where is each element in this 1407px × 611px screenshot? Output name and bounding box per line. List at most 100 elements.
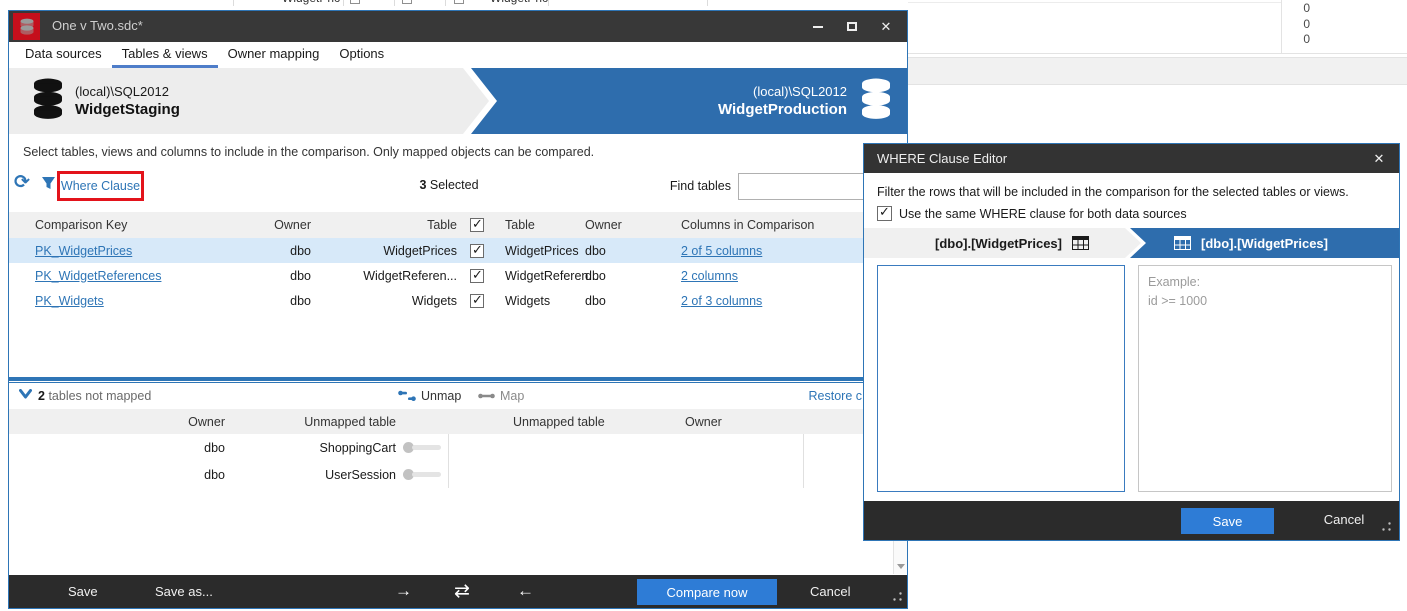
map-drag-handle[interactable] bbox=[403, 442, 441, 453]
save-button[interactable]: Save bbox=[68, 584, 98, 599]
owner-cell: dbo bbox=[585, 244, 681, 258]
target-database: WidgetProduction bbox=[718, 101, 847, 118]
window-footer: Save Save as... → ⇄ ← Compare now Cancel bbox=[9, 575, 907, 608]
unmapped-row[interactable]: dbo ShoppingCart bbox=[9, 434, 893, 461]
placeholder-line: Example: bbox=[1148, 273, 1382, 292]
table-row[interactable]: PK_WidgetPrices dbo WidgetPrices ✓ Widge… bbox=[9, 238, 893, 263]
screen: WidgetPric WidgetPric 0 0 0 One v Two.sd… bbox=[0, 0, 1407, 611]
column-header-columns: Columns in Comparison bbox=[681, 218, 893, 232]
background-gridline bbox=[908, 2, 1282, 3]
column-header-unmapped-table: Unmapped table bbox=[456, 415, 680, 429]
scroll-down-icon[interactable] bbox=[894, 559, 907, 574]
comparison-key-link[interactable]: PK_WidgetPrices bbox=[35, 244, 132, 258]
close-button[interactable]: ✕ bbox=[869, 11, 903, 42]
dialog-save-button[interactable]: Save bbox=[1181, 508, 1274, 534]
tab-options[interactable]: Options bbox=[329, 42, 394, 68]
owner-cell: dbo bbox=[9, 468, 225, 482]
owner-cell: dbo bbox=[585, 269, 681, 283]
where-clause-editor-dialog: WHERE Clause Editor ✕ Filter the rows th… bbox=[863, 143, 1400, 541]
source-header: (local)\SQL2012 WidgetStaging bbox=[9, 68, 489, 134]
tab-data-sources[interactable]: Data sources bbox=[15, 42, 112, 68]
target-server: (local)\SQL2012 bbox=[718, 84, 847, 99]
tab-tables-and-views[interactable]: Tables & views bbox=[112, 42, 218, 68]
restore-link[interactable]: Restore c bbox=[709, 389, 862, 403]
main-window: One v Two.sdc* ✕ Data sources Tables & v… bbox=[8, 10, 908, 609]
columns-in-comparison-link[interactable]: 2 of 5 columns bbox=[681, 244, 762, 258]
table-row[interactable]: PK_Widgets dbo Widgets ✓ Widgets dbo 2 o… bbox=[9, 288, 893, 313]
target-header: (local)\SQL2012 WidgetProduction bbox=[471, 68, 907, 134]
compare-now-button[interactable]: Compare now bbox=[637, 579, 777, 605]
background-value: 0 bbox=[1240, 1, 1310, 15]
table-grid-icon bbox=[1072, 236, 1089, 250]
grid-divider bbox=[803, 434, 804, 488]
table-row[interactable]: PK_WidgetReferences dbo WidgetReferen...… bbox=[9, 263, 893, 288]
column-header-owner-left: Owner bbox=[249, 218, 311, 232]
map-icon bbox=[478, 392, 495, 400]
tab-owner-mapping[interactable]: Owner mapping bbox=[218, 42, 330, 68]
maximize-button[interactable] bbox=[835, 11, 869, 42]
window-title: One v Two.sdc* bbox=[52, 18, 143, 33]
target-table-name: [dbo].[WidgetPrices] bbox=[1201, 236, 1328, 251]
same-where-clause-label: Use the same WHERE clause for both data … bbox=[899, 207, 1187, 221]
owner-cell: dbo bbox=[249, 294, 311, 308]
unmapped-row[interactable]: dbo UserSession bbox=[9, 461, 893, 488]
same-where-clause-checkbox[interactable]: ✓ bbox=[877, 206, 892, 221]
map-drag-handle[interactable] bbox=[403, 469, 441, 480]
refresh-icon[interactable]: ⟳ bbox=[14, 171, 30, 194]
comparison-key-link[interactable]: PK_Widgets bbox=[35, 294, 104, 308]
unmap-button[interactable]: Unmap bbox=[398, 389, 461, 403]
background-glyph-fragment bbox=[454, 0, 464, 4]
comparison-key-link[interactable]: PK_WidgetReferences bbox=[35, 269, 161, 283]
columns-in-comparison-link[interactable]: 2 columns bbox=[681, 269, 738, 283]
unmap-icon bbox=[398, 390, 416, 402]
tab-bar: Data sources Tables & views Owner mappin… bbox=[9, 42, 907, 68]
row-checkbox[interactable]: ✓ bbox=[470, 294, 484, 308]
where-clause-link[interactable]: Where Clause bbox=[61, 179, 140, 193]
resize-grip-icon[interactable] bbox=[1382, 519, 1391, 534]
window-titlebar[interactable]: One v Two.sdc* ✕ bbox=[9, 11, 907, 42]
resize-grip-icon[interactable] bbox=[893, 589, 902, 604]
dialog-table-headers: [dbo].[WidgetPrices] [dbo].[WidgetPrices… bbox=[864, 228, 1399, 258]
cancel-button[interactable]: Cancel bbox=[810, 584, 850, 599]
row-checkbox[interactable]: ✓ bbox=[470, 244, 484, 258]
background-column-divider bbox=[1281, 0, 1282, 53]
dialog-source-table-header: [dbo].[WidgetPrices] bbox=[864, 228, 1141, 258]
dialog-close-button[interactable]: ✕ bbox=[1359, 144, 1399, 173]
owner-cell: dbo bbox=[249, 269, 311, 283]
dialog-cancel-button[interactable]: Cancel bbox=[1304, 512, 1384, 527]
collapse-chevron-icon[interactable] bbox=[19, 389, 32, 403]
columns-in-comparison-link[interactable]: 2 of 3 columns bbox=[681, 294, 762, 308]
unmapped-section-header: 2 tables not mapped Unmap Map Restore c bbox=[9, 383, 907, 409]
map-button[interactable]: Map bbox=[478, 389, 524, 403]
datasource-header: (local)\SQL2012 WidgetStaging (local)\SQ… bbox=[9, 68, 907, 134]
table-cell: WidgetReferen... bbox=[497, 269, 585, 283]
database-icon bbox=[859, 78, 893, 125]
where-clause-input-right[interactable]: Example: id >= 1000 bbox=[1138, 265, 1392, 492]
source-database: WidgetStaging bbox=[75, 101, 180, 118]
background-value: 0 bbox=[1240, 32, 1310, 46]
unmapped-grid-header: Owner Unmapped table Unmapped table Owne… bbox=[9, 409, 893, 434]
unmapped-table-cell: UserSession bbox=[225, 468, 396, 482]
same-where-clause-option[interactable]: ✓ Use the same WHERE clause for both dat… bbox=[877, 206, 1187, 221]
placeholder-line: id >= 1000 bbox=[1148, 292, 1382, 311]
column-header-table-left: Table bbox=[311, 218, 457, 232]
save-as-button[interactable]: Save as... bbox=[155, 584, 213, 599]
select-all-checkbox[interactable]: ✓ bbox=[470, 218, 484, 232]
background-glyph-fragment bbox=[350, 0, 360, 4]
dialog-target-table-header: [dbo].[WidgetPrices] bbox=[1130, 228, 1399, 258]
where-clause-input-left[interactable] bbox=[877, 265, 1125, 492]
owner-cell: dbo bbox=[9, 441, 225, 455]
sync-left-arrow-icon[interactable]: ← bbox=[517, 581, 534, 601]
source-server: (local)\SQL2012 bbox=[75, 84, 180, 99]
unmapped-table-cell: ShoppingCart bbox=[225, 441, 396, 455]
background-value: 0 bbox=[1240, 17, 1310, 31]
row-checkbox[interactable]: ✓ bbox=[470, 269, 484, 283]
filter-icon[interactable] bbox=[41, 176, 56, 196]
column-header-owner: Owner bbox=[9, 415, 225, 429]
dialog-footer: Save Cancel bbox=[864, 501, 1399, 540]
minimize-button[interactable] bbox=[801, 11, 835, 42]
background-text-fragment: WidgetPric bbox=[490, 0, 548, 5]
sync-right-arrow-icon[interactable]: → bbox=[395, 581, 412, 601]
dialog-titlebar[interactable]: WHERE Clause Editor ✕ bbox=[864, 144, 1399, 173]
swap-arrows-icon[interactable]: ⇄ bbox=[454, 580, 470, 603]
